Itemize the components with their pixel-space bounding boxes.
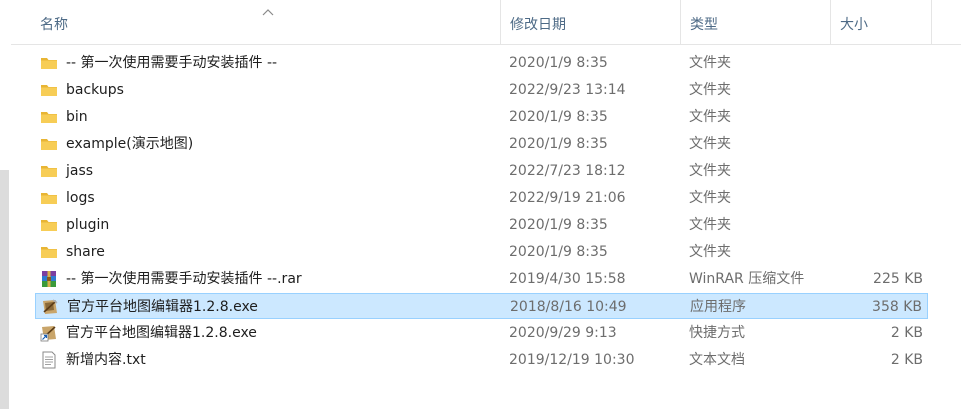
file-modified-date: 2019/4/30 15:58 bbox=[509, 271, 626, 287]
file-row[interactable]: 官方平台地图编辑器1.2.8.exe 2020/9/29 9:13 快捷方式 2 KB bbox=[35, 320, 928, 346]
file-row[interactable]: share 2020/1/9 8:35 文件夹 bbox=[35, 239, 928, 265]
text-document-icon bbox=[40, 351, 58, 369]
file-type: 文件夹 bbox=[689, 163, 731, 179]
file-name: backups bbox=[66, 82, 124, 98]
file-row[interactable]: example(演示地图) 2020/1/9 8:35 文件夹 bbox=[35, 131, 928, 157]
file-name: -- 第一次使用需要手动安装插件 -- bbox=[66, 55, 278, 71]
file-name: logs bbox=[66, 190, 95, 206]
file-name: 官方平台地图编辑器1.2.8.exe bbox=[66, 325, 257, 341]
file-name: example(演示地图) bbox=[66, 136, 194, 152]
file-row[interactable]: bin 2020/1/9 8:35 文件夹 bbox=[35, 104, 928, 130]
file-modified-date: 2019/12/19 10:30 bbox=[509, 352, 635, 368]
file-name: jass bbox=[66, 163, 94, 179]
file-row[interactable]: 新增内容.txt 2019/12/19 10:30 文本文档 2 KB bbox=[35, 347, 928, 373]
file-row[interactable]: -- 第一次使用需要手动安装插件 --.rar 2019/4/30 15:58 Wi… bbox=[35, 266, 928, 292]
file-type: 文件夹 bbox=[689, 190, 731, 206]
file-size: 2 KB bbox=[890, 325, 923, 341]
file-type: 应用程序 bbox=[690, 299, 746, 315]
folder-icon bbox=[40, 216, 58, 234]
column-header-date[interactable]: 修改日期 bbox=[510, 0, 566, 44]
column-divider[interactable] bbox=[500, 0, 501, 44]
file-name: 官方平台地图编辑器1.2.8.exe bbox=[67, 299, 258, 315]
column-divider[interactable] bbox=[931, 0, 932, 44]
sort-ascending-icon bbox=[262, 9, 274, 16]
folder-icon bbox=[40, 162, 58, 180]
file-type: 文件夹 bbox=[689, 82, 731, 98]
file-type: 文件夹 bbox=[689, 55, 731, 71]
folder-icon bbox=[40, 243, 58, 261]
file-row[interactable]: -- 第一次使用需要手动安装插件 -- 2020/1/9 8:35 文件夹 bbox=[35, 50, 928, 76]
file-row[interactable]: logs 2022/9/19 21:06 文件夹 bbox=[35, 185, 928, 211]
map-editor-exe-icon bbox=[41, 298, 59, 316]
file-name: -- 第一次使用需要手动安装插件 --.rar bbox=[66, 271, 302, 287]
file-size: 358 KB bbox=[872, 299, 922, 315]
folder-icon bbox=[40, 81, 58, 99]
folder-icon bbox=[40, 54, 58, 72]
folder-icon bbox=[40, 135, 58, 153]
file-type: 文件夹 bbox=[689, 109, 731, 125]
file-name: 新增内容.txt bbox=[66, 352, 146, 368]
file-type: 文件夹 bbox=[689, 136, 731, 152]
file-size: 2 KB bbox=[890, 352, 923, 368]
file-modified-date: 2020/1/9 8:35 bbox=[509, 136, 608, 152]
file-row[interactable]: backups 2022/9/23 13:14 文件夹 bbox=[35, 77, 928, 103]
shortcut-icon bbox=[40, 324, 58, 342]
file-row[interactable]: jass 2022/7/23 18:12 文件夹 bbox=[35, 158, 928, 184]
navigation-pane-scrollbar[interactable] bbox=[0, 170, 9, 409]
column-divider[interactable] bbox=[830, 0, 831, 44]
file-modified-date: 2020/1/9 8:35 bbox=[509, 109, 608, 125]
file-name: share bbox=[66, 244, 105, 260]
file-type: 文件夹 bbox=[689, 244, 731, 260]
file-modified-date: 2022/9/19 21:06 bbox=[509, 190, 626, 206]
file-name: bin bbox=[66, 109, 88, 125]
file-type: WinRAR 压缩文件 bbox=[689, 271, 805, 287]
file-type: 文件夹 bbox=[689, 217, 731, 233]
file-modified-date: 2022/9/23 13:14 bbox=[509, 82, 626, 98]
file-modified-date: 2018/8/16 10:49 bbox=[510, 299, 627, 315]
file-modified-date: 2022/7/23 18:12 bbox=[509, 163, 626, 179]
file-modified-date: 2020/1/9 8:35 bbox=[509, 55, 608, 71]
column-divider[interactable] bbox=[680, 0, 681, 44]
file-size: 225 KB bbox=[873, 271, 923, 287]
file-name: plugin bbox=[66, 217, 110, 233]
file-modified-date: 2020/9/29 9:13 bbox=[509, 325, 617, 341]
folder-icon bbox=[40, 189, 58, 207]
file-row[interactable]: 官方平台地图编辑器1.2.8.exe 2018/8/16 10:49 应用程序 358… bbox=[35, 293, 928, 319]
column-header-type[interactable]: 类型 bbox=[690, 0, 718, 44]
file-row[interactable]: plugin 2020/1/9 8:35 文件夹 bbox=[35, 212, 928, 238]
column-header-size[interactable]: 大小 bbox=[840, 0, 868, 44]
column-header-bar: 名称 修改日期 类型 大小 bbox=[11, 0, 961, 45]
file-modified-date: 2020/1/9 8:35 bbox=[509, 244, 608, 260]
folder-icon bbox=[40, 108, 58, 126]
column-header-name[interactable]: 名称 bbox=[40, 0, 68, 44]
file-type: 快捷方式 bbox=[689, 325, 745, 341]
file-type: 文本文档 bbox=[689, 352, 745, 368]
file-modified-date: 2020/1/9 8:35 bbox=[509, 217, 608, 233]
winrar-archive-icon bbox=[40, 270, 58, 288]
